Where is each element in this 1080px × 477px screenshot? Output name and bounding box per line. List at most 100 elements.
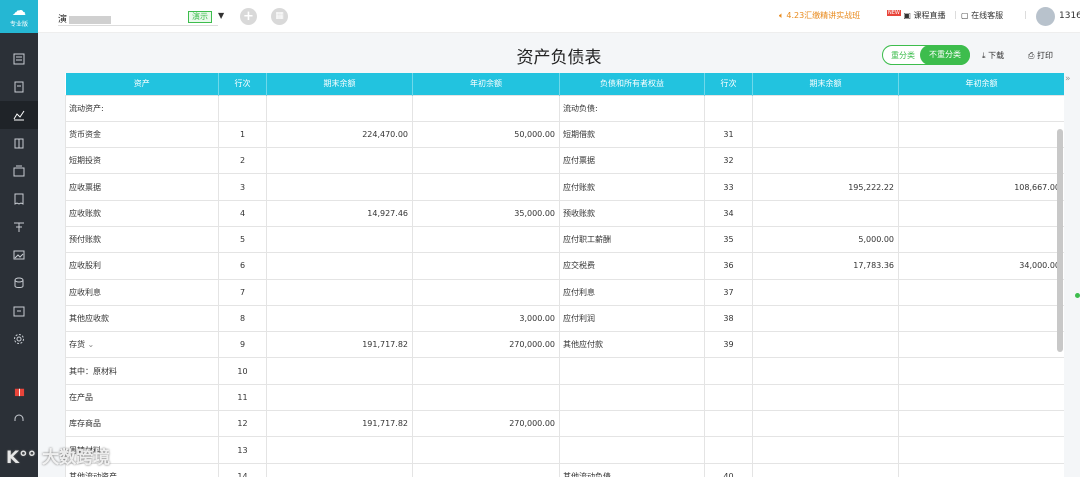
table-cell[interactable] bbox=[266, 383, 413, 412]
table-cell[interactable]: 5,000.00 bbox=[752, 225, 899, 254]
print-button[interactable]: ⎙ 打印 bbox=[1028, 50, 1053, 61]
sidebar-item-assets[interactable] bbox=[0, 129, 38, 157]
table-cell[interactable]: 224,470.00 bbox=[266, 120, 413, 149]
toggle-no-reclassify[interactable]: 不重分类 bbox=[920, 45, 970, 65]
table-cell[interactable] bbox=[412, 462, 560, 477]
vertical-scrollbar[interactable] bbox=[1057, 129, 1063, 352]
table-cell[interactable]: 50,000.00 bbox=[412, 120, 560, 149]
table-cell[interactable]: 191,717.82 bbox=[266, 410, 413, 438]
table-cell[interactable] bbox=[898, 94, 1064, 122]
table-cell[interactable]: 17,783.36 bbox=[752, 252, 899, 280]
table-cell[interactable] bbox=[752, 410, 899, 438]
table-cell[interactable] bbox=[752, 278, 899, 306]
table-cell[interactable] bbox=[898, 357, 1064, 385]
table-cell[interactable] bbox=[752, 436, 899, 464]
course-live-link[interactable]: NEW ▣ 课程直播 bbox=[887, 10, 946, 21]
table-cell[interactable] bbox=[412, 147, 560, 175]
sidebar-item-voucher[interactable] bbox=[0, 45, 38, 73]
table-cell[interactable] bbox=[752, 331, 899, 359]
table-cell[interactable] bbox=[898, 304, 1064, 333]
table-cell[interactable]: 35,000.00 bbox=[412, 199, 560, 227]
table-cell[interactable]: 270,000.00 bbox=[412, 331, 560, 359]
voucher-icon bbox=[13, 53, 25, 65]
sidebar-item-ledger[interactable] bbox=[0, 73, 38, 101]
table-cell[interactable]: 108,667.00 bbox=[898, 173, 1064, 201]
table-row: 应收股利 6 应交税费 36 17,783.36 34,000.00 bbox=[65, 252, 1064, 280]
table-cell[interactable] bbox=[412, 383, 560, 412]
sidebar-item-support[interactable] bbox=[0, 405, 38, 433]
table-cell[interactable] bbox=[266, 462, 413, 477]
table-cell[interactable]: 191,717.82 bbox=[266, 331, 413, 359]
table-cell bbox=[559, 383, 705, 412]
table-cell[interactable] bbox=[752, 357, 899, 385]
table-cell[interactable] bbox=[898, 199, 1064, 227]
table-cell[interactable] bbox=[898, 436, 1064, 464]
sidebar-item-cash[interactable] bbox=[0, 157, 38, 185]
table-cell[interactable]: 34,000.00 bbox=[898, 252, 1064, 280]
cell-text: 3 bbox=[239, 182, 246, 192]
table-cell[interactable] bbox=[898, 331, 1064, 359]
table-cell[interactable]: 3,000.00 bbox=[412, 304, 560, 333]
sidebar-item-archive[interactable] bbox=[0, 297, 38, 325]
table-cell[interactable] bbox=[412, 173, 560, 201]
table-cell[interactable] bbox=[412, 252, 560, 280]
table-cell[interactable] bbox=[266, 278, 413, 306]
table-cell: 应交税费 bbox=[559, 252, 705, 280]
avatar[interactable] bbox=[1036, 7, 1055, 26]
gift-icon bbox=[14, 388, 24, 396]
table-cell[interactable]: 14,927.46 bbox=[266, 199, 413, 227]
table-cell[interactable] bbox=[266, 173, 413, 201]
top-bar: 演 演示 ▼ + ▦ 🔈︎ 4.23汇缴精讲实战班 NEW ▣ 课程直播 | ▢… bbox=[38, 0, 1080, 33]
table-cell[interactable]: 195,222.22 bbox=[752, 173, 899, 201]
promo-link[interactable]: 🔈︎ 4.23汇缴精讲实战班 bbox=[779, 10, 860, 21]
table-cell[interactable] bbox=[898, 383, 1064, 412]
toggle-reclassify[interactable]: 重分类 bbox=[891, 50, 915, 61]
table-cell[interactable]: 270,000.00 bbox=[412, 410, 560, 438]
add-company-button[interactable]: + bbox=[240, 8, 257, 25]
table-cell: 应付利息 bbox=[559, 278, 705, 306]
chevron-down-icon[interactable]: ▼ bbox=[218, 11, 224, 20]
table-cell[interactable] bbox=[898, 278, 1064, 306]
table-cell[interactable] bbox=[752, 147, 899, 175]
sidebar-item-payroll[interactable] bbox=[0, 241, 38, 269]
table-cell[interactable] bbox=[266, 436, 413, 464]
table-cell[interactable] bbox=[752, 120, 899, 149]
watermark: K°° 大数跨境 bbox=[6, 443, 110, 468]
sidebar-item-inventory[interactable] bbox=[0, 269, 38, 297]
table-cell[interactable] bbox=[752, 304, 899, 333]
table-cell[interactable] bbox=[752, 199, 899, 227]
sidebar-item-tax[interactable] bbox=[0, 213, 38, 241]
table-cell[interactable] bbox=[266, 304, 413, 333]
table-cell[interactable] bbox=[412, 278, 560, 306]
sidebar-item-invoice[interactable] bbox=[0, 185, 38, 213]
table-cell[interactable] bbox=[266, 94, 413, 122]
table-cell[interactable] bbox=[752, 94, 899, 122]
table-cell[interactable] bbox=[752, 462, 899, 477]
reclassify-toggle[interactable]: 重分类 不重分类 bbox=[882, 45, 970, 65]
sidebar-item-gift[interactable] bbox=[0, 377, 38, 405]
user-name[interactable]: 1316 bbox=[1059, 11, 1080, 21]
table-cell[interactable] bbox=[898, 147, 1064, 175]
table-cell[interactable] bbox=[412, 436, 560, 464]
table-cell[interactable] bbox=[898, 410, 1064, 438]
table-cell[interactable] bbox=[266, 252, 413, 280]
table-cell[interactable] bbox=[412, 225, 560, 254]
table-cell[interactable] bbox=[266, 225, 413, 254]
sidebar-item-settings[interactable] bbox=[0, 325, 38, 353]
download-button[interactable]: ⤓ 下载 bbox=[982, 50, 1004, 61]
sidebar-item-reports[interactable] bbox=[0, 101, 38, 129]
expand-panel-icon[interactable]: » bbox=[1065, 74, 1071, 84]
table-cell: 32 bbox=[704, 147, 753, 175]
chevron-down-icon[interactable]: ⌄ bbox=[85, 340, 95, 349]
table-cell[interactable] bbox=[412, 94, 560, 122]
table-cell[interactable] bbox=[898, 225, 1064, 254]
table-cell[interactable] bbox=[898, 462, 1064, 477]
online-service-link[interactable]: ▢ 在线客服 bbox=[961, 10, 1003, 21]
app-logo[interactable]: ☁ 专业版 bbox=[0, 0, 38, 33]
table-cell[interactable] bbox=[898, 120, 1064, 149]
table-cell[interactable] bbox=[412, 357, 560, 385]
table-cell[interactable] bbox=[752, 383, 899, 412]
table-cell[interactable] bbox=[266, 357, 413, 385]
apps-button[interactable]: ▦ bbox=[271, 8, 288, 25]
table-cell[interactable] bbox=[266, 147, 413, 175]
